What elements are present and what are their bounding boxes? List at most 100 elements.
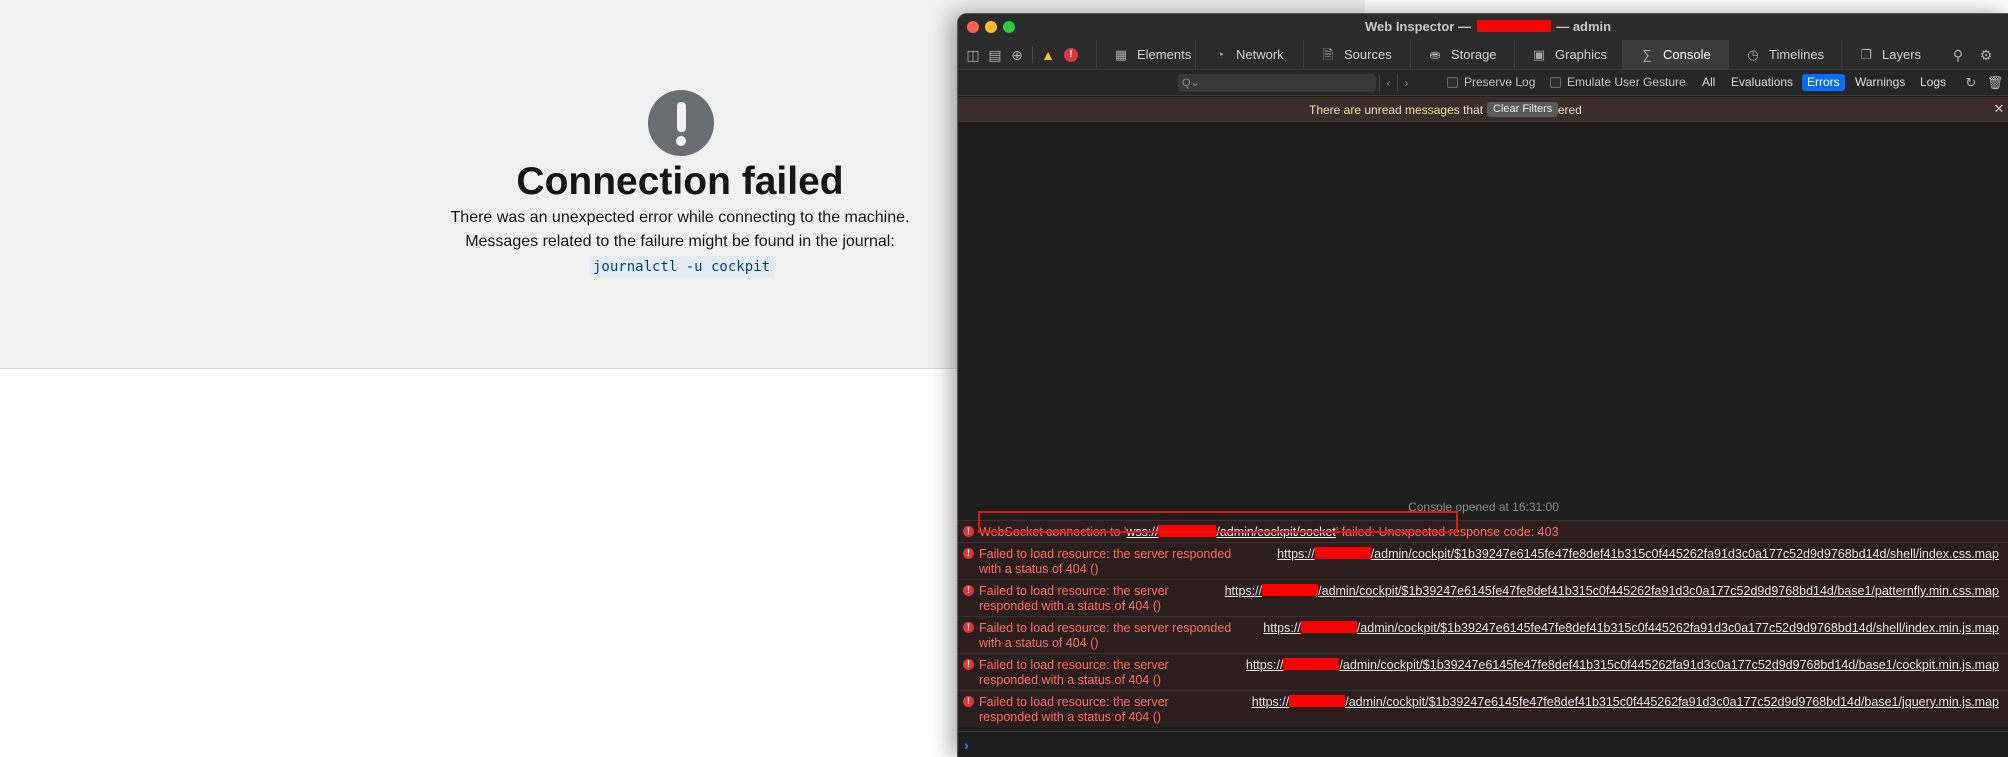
filter-warnings-button[interactable]: Warnings xyxy=(1850,74,1910,91)
prompt-chevron-icon: › xyxy=(964,737,969,753)
title-bar[interactable]: Web Inspector — — admin xyxy=(958,14,2008,40)
error-icon: ! xyxy=(963,696,974,707)
resource-url[interactable]: https:// /admin/cockpit/$1b39247e6145fe47… xyxy=(1252,695,1999,710)
tab-console[interactable]: ∑ Console xyxy=(1622,40,1728,70)
console-message[interactable]: ! Failed to load resource: the server re… xyxy=(958,653,2008,690)
web-inspector-window: Web Inspector — — admin ◫ ▤ ⊕ ▲ ! ▦ Elem… xyxy=(957,13,2008,757)
sources-icon: 🗎 xyxy=(1322,47,1334,62)
console-message[interactable]: ! Failed to load resource: the server re… xyxy=(958,616,2008,653)
resource-url[interactable]: https:// /admin/cockpit/$1b39247e6145fe47… xyxy=(1225,584,1999,599)
chevron-right-icon[interactable]: › xyxy=(1397,74,1415,92)
exclamation-icon xyxy=(648,90,714,156)
filter-errors-button[interactable]: Errors xyxy=(1802,74,1845,91)
console-message[interactable]: ! Failed to load resource: the server re… xyxy=(958,690,2008,727)
error-icon: ! xyxy=(963,659,974,670)
highlight-box xyxy=(978,511,1458,533)
url-scheme: https:// xyxy=(1245,658,1284,672)
graphics-icon: ▣ xyxy=(1532,47,1546,62)
url-path: /admin/cockpit/$1b39247e6145fe47fe8def41… xyxy=(1345,695,1999,709)
close-window-button[interactable] xyxy=(967,21,979,33)
url-path: /admin/cockpit/$1b39247e6145fe47fe8def41… xyxy=(1370,547,1999,561)
filter-logs-button[interactable]: Logs xyxy=(1915,74,1951,91)
search-icon[interactable]: ⚲ xyxy=(1947,40,1969,70)
console-icon: ∑ xyxy=(1642,47,1652,62)
console-prompt-input[interactable]: › xyxy=(958,731,2008,757)
emulate-gesture-label: Emulate User Gesture xyxy=(1567,75,1686,89)
url-path: /admin/cockpit/$1b39247e6145fe47fe8def41… xyxy=(1318,584,1999,598)
message-text: Failed to load resource: the server resp… xyxy=(979,547,1232,576)
redacted-host xyxy=(1283,658,1340,670)
redacted-host xyxy=(1476,20,1551,32)
tab-sources[interactable]: 🗎 Sources xyxy=(1303,40,1410,70)
redacted-host xyxy=(1300,621,1357,633)
error-icon: ! xyxy=(963,548,974,559)
error-count-icon[interactable]: ! xyxy=(1064,48,1078,62)
clear-filters-button[interactable]: Clear Filters xyxy=(1487,102,1559,117)
timelines-icon: ◷ xyxy=(1747,47,1759,62)
maximize-window-button[interactable] xyxy=(1003,21,1015,33)
filter-evaluations-button[interactable]: Evaluations xyxy=(1726,74,1798,91)
error-description: There was an unexpected error while conn… xyxy=(450,209,910,226)
settings-gear-icon[interactable]: ⚙ xyxy=(1975,40,1997,70)
console-message[interactable]: ! Failed to load resource: the server re… xyxy=(958,579,2008,616)
tab-label: Layers xyxy=(1882,47,1922,62)
journal-command: journalctl -u cockpit xyxy=(589,256,775,278)
console-message[interactable]: ! Failed to load resource: the server re… xyxy=(958,542,2008,579)
preserve-log-checkbox[interactable] xyxy=(1447,77,1458,88)
console-search-input[interactable]: Q⌄ xyxy=(1178,74,1376,92)
tab-graphics[interactable]: ▣ Graphics xyxy=(1514,40,1622,70)
message-text: Failed to load resource: the server resp… xyxy=(979,584,1169,613)
resource-url[interactable]: https:// /admin/cockpit/$1b39247e6145fe47… xyxy=(1246,658,1999,673)
resource-url[interactable]: https:// /admin/cockpit/$1b39247e6145fe47… xyxy=(1263,621,1999,636)
url-path: /admin/cockpit/$1b39247e6145fe47fe8def41… xyxy=(1356,621,1999,635)
url-scheme: https:// xyxy=(1277,547,1315,561)
close-icon[interactable]: ✕ xyxy=(1991,101,2007,117)
window-title: Web Inspector — — admin xyxy=(1365,19,1611,34)
journal-hint: Messages related to the failure might be… xyxy=(465,233,895,250)
message-text: Failed to load resource: the server resp… xyxy=(979,658,1169,687)
tab-label: Graphics xyxy=(1555,47,1608,62)
window-title-prefix: Web Inspector — xyxy=(1365,19,1471,34)
tab-elements[interactable]: ▦ Elements xyxy=(1096,40,1195,70)
elements-icon: ▦ xyxy=(1114,47,1128,62)
tab-timelines[interactable]: ◷ Timelines xyxy=(1728,40,1841,70)
error-icon: ! xyxy=(963,526,974,537)
page-title: Connection failed xyxy=(516,160,844,203)
url-scheme: https:// xyxy=(1224,584,1263,598)
filtered-messages-banner: There are unread messages that have been… xyxy=(958,97,2008,122)
message-text: Failed to load resource: the server resp… xyxy=(979,695,1169,724)
tab-label: Elements xyxy=(1137,47,1192,62)
url-path: /admin/cockpit/$1b39247e6145fe47fe8def41… xyxy=(1339,658,1999,672)
storage-icon: ⛂ xyxy=(1429,47,1441,62)
minimize-window-button[interactable] xyxy=(985,21,997,33)
chevron-left-icon[interactable]: ‹ xyxy=(1379,74,1397,92)
resource-url[interactable]: https:// /admin/cockpit/$1b39247e6145fe47… xyxy=(1277,547,1999,562)
tab-storage[interactable]: ⛂ Storage xyxy=(1410,40,1514,70)
redacted-host xyxy=(1289,695,1346,707)
console-filter-bar: Q⌄ ‹ › Preserve Log Emulate User Gesture… xyxy=(958,70,2008,96)
emulate-gesture-checkbox[interactable] xyxy=(1550,77,1561,88)
reload-icon[interactable]: ↻ xyxy=(1962,74,1980,92)
layers-icon: ❐ xyxy=(1860,47,1872,62)
message-text: Failed to load resource: the server resp… xyxy=(979,621,1232,650)
tab-bar: ◫ ▤ ⊕ ▲ ! ▦ Elements ◔ Network 🗎 Sources… xyxy=(958,40,2008,70)
dock-side-icon[interactable]: ◫ xyxy=(962,40,984,70)
error-icon: ! xyxy=(963,585,974,596)
tab-label: Storage xyxy=(1451,47,1497,62)
dock-bottom-icon[interactable]: ▤ xyxy=(984,40,1006,70)
tab-network[interactable]: ◔ Network xyxy=(1195,40,1303,70)
trash-icon[interactable]: 🗑 xyxy=(1986,74,2004,92)
tab-label: Console xyxy=(1663,47,1711,62)
tab-layers[interactable]: ❐ Layers xyxy=(1841,40,1940,70)
warning-icon[interactable]: ▲ xyxy=(1037,40,1059,70)
filter-all-button[interactable]: All xyxy=(1697,74,1720,91)
network-icon: ◔ xyxy=(1216,47,1224,62)
redacted-host xyxy=(1262,584,1319,596)
redacted-host xyxy=(1314,547,1371,559)
tab-label: Timelines xyxy=(1769,47,1825,62)
window-title-suffix: — admin xyxy=(1556,19,1612,34)
error-icon: ! xyxy=(963,622,974,633)
url-scheme: https:// xyxy=(1263,621,1301,635)
preserve-log-label: Preserve Log xyxy=(1464,75,1536,89)
element-picker-icon[interactable]: ⊕ xyxy=(1006,40,1028,70)
